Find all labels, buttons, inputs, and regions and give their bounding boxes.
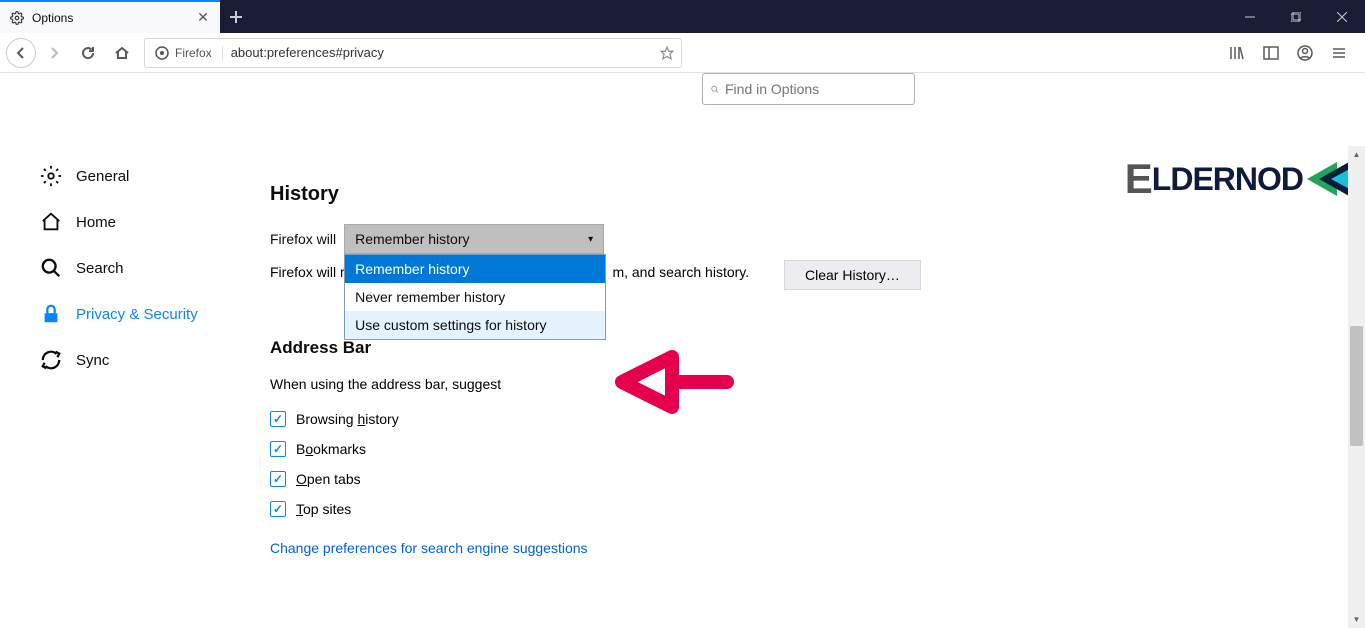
checkbox-bookmarks[interactable]: ✓ Bookmarks bbox=[270, 434, 1365, 464]
home-icon bbox=[114, 45, 130, 61]
preferences-main: History Firefox will Remember history ▾ … bbox=[270, 73, 1365, 556]
history-mode-selected: Remember history bbox=[355, 231, 469, 247]
home-button[interactable] bbox=[106, 37, 138, 69]
account-button[interactable] bbox=[1289, 37, 1321, 69]
scrollbar[interactable]: ▲ ▼ bbox=[1348, 146, 1365, 628]
arrow-left-icon bbox=[13, 45, 29, 61]
browser-tab[interactable]: Options ✕ bbox=[0, 0, 220, 33]
url-identity[interactable]: Firefox bbox=[145, 46, 223, 60]
history-description-prefix: Firefox will r bbox=[270, 264, 345, 280]
history-option-never[interactable]: Never remember history bbox=[345, 283, 605, 311]
nav-bar: Firefox bbox=[0, 33, 1365, 73]
history-description-suffix: m, and search history. bbox=[612, 264, 749, 280]
checkbox-label: Browsing history bbox=[296, 411, 399, 427]
sidebar-item-label: Sync bbox=[76, 352, 109, 369]
chevron-down-icon: ▾ bbox=[588, 234, 593, 245]
lock-icon bbox=[40, 303, 62, 325]
sidebar-item-sync[interactable]: Sync bbox=[40, 337, 250, 383]
new-tab-button[interactable] bbox=[220, 1, 252, 33]
home-icon bbox=[40, 211, 62, 233]
url-bar[interactable]: Firefox bbox=[144, 38, 682, 68]
checkbox-icon: ✓ bbox=[270, 411, 286, 427]
search-icon bbox=[711, 83, 719, 96]
sidebar-item-label: Privacy & Security bbox=[76, 306, 198, 323]
reload-button[interactable] bbox=[72, 37, 104, 69]
checkbox-label: Bookmarks bbox=[296, 441, 366, 457]
sidebar-item-label: Search bbox=[76, 260, 124, 277]
checkbox-icon: ✓ bbox=[270, 471, 286, 487]
history-option-remember[interactable]: Remember history bbox=[345, 255, 605, 283]
history-option-custom[interactable]: Use custom settings for history bbox=[345, 311, 605, 339]
scroll-thumb[interactable] bbox=[1350, 326, 1363, 446]
sidebar-item-search[interactable]: Search bbox=[40, 245, 250, 291]
search-icon bbox=[40, 257, 62, 279]
address-bar-section: Address Bar When using the address bar, … bbox=[270, 338, 1365, 556]
history-mode-select[interactable]: Remember history ▾ Remember history Neve… bbox=[344, 224, 604, 254]
sidebar-item-label: General bbox=[76, 168, 129, 185]
window-controls bbox=[1227, 0, 1365, 33]
star-icon bbox=[660, 46, 674, 60]
search-suggestions-link[interactable]: Change preferences for search engine sug… bbox=[270, 540, 1365, 556]
scroll-down-icon[interactable]: ▼ bbox=[1348, 611, 1365, 628]
checkbox-browsing-history[interactable]: ✓ Browsing history bbox=[270, 404, 1365, 434]
history-label: Firefox will bbox=[270, 231, 336, 247]
hamburger-icon bbox=[1331, 45, 1347, 61]
find-input[interactable] bbox=[725, 81, 906, 97]
gear-icon bbox=[10, 11, 24, 25]
checkbox-label: Top sites bbox=[296, 501, 351, 517]
address-bar-subtitle: When using the address bar, suggest bbox=[270, 376, 1365, 392]
menu-button[interactable] bbox=[1323, 37, 1355, 69]
sidebar-item-home[interactable]: Home bbox=[40, 199, 250, 245]
account-icon bbox=[1297, 45, 1313, 61]
clear-history-button[interactable]: Clear History… bbox=[784, 260, 921, 290]
preferences-page: General Home Search Privacy & Security S… bbox=[0, 73, 1365, 555]
sidebar-item-label: Home bbox=[76, 214, 116, 231]
scroll-up-icon[interactable]: ▲ bbox=[1348, 146, 1365, 163]
minimize-button[interactable] bbox=[1227, 0, 1273, 33]
tab-bar: Options ✕ bbox=[0, 0, 1365, 33]
reload-icon bbox=[80, 45, 96, 61]
sidebar-item-general[interactable]: General bbox=[40, 153, 250, 199]
arrow-right-icon bbox=[46, 45, 62, 61]
close-icon[interactable]: ✕ bbox=[196, 11, 210, 25]
find-in-options[interactable] bbox=[702, 73, 915, 105]
preferences-sidebar: General Home Search Privacy & Security S… bbox=[40, 153, 250, 383]
address-bar-heading: Address Bar bbox=[270, 338, 1365, 358]
close-window-button[interactable] bbox=[1319, 0, 1365, 33]
sidebar-item-privacy[interactable]: Privacy & Security bbox=[40, 291, 250, 337]
url-input[interactable] bbox=[223, 45, 653, 60]
checkbox-open-tabs[interactable]: ✓ Open tabs bbox=[270, 464, 1365, 494]
url-identity-label: Firefox bbox=[175, 46, 212, 60]
history-heading: History bbox=[270, 183, 1365, 206]
forward-button[interactable] bbox=[38, 37, 70, 69]
history-section: History Firefox will Remember history ▾ … bbox=[270, 183, 1365, 280]
sidebar-icon bbox=[1263, 45, 1279, 61]
firefox-icon bbox=[155, 46, 169, 60]
back-button[interactable] bbox=[6, 38, 36, 68]
plus-icon bbox=[229, 10, 243, 24]
checkbox-icon: ✓ bbox=[270, 441, 286, 457]
checkbox-icon: ✓ bbox=[270, 501, 286, 517]
history-mode-dropdown: Remember history Never remember history … bbox=[344, 254, 606, 340]
bookmark-button[interactable] bbox=[653, 46, 681, 60]
sidebar-button[interactable] bbox=[1255, 37, 1287, 69]
library-button[interactable] bbox=[1221, 37, 1253, 69]
gear-icon bbox=[40, 165, 62, 187]
sync-icon bbox=[40, 349, 62, 371]
tab-title: Options bbox=[32, 11, 188, 25]
checkbox-top-sites[interactable]: ✓ Top sites bbox=[270, 494, 1365, 524]
maximize-button[interactable] bbox=[1273, 0, 1319, 33]
checkbox-label: Open tabs bbox=[296, 471, 361, 487]
library-icon bbox=[1229, 45, 1245, 61]
